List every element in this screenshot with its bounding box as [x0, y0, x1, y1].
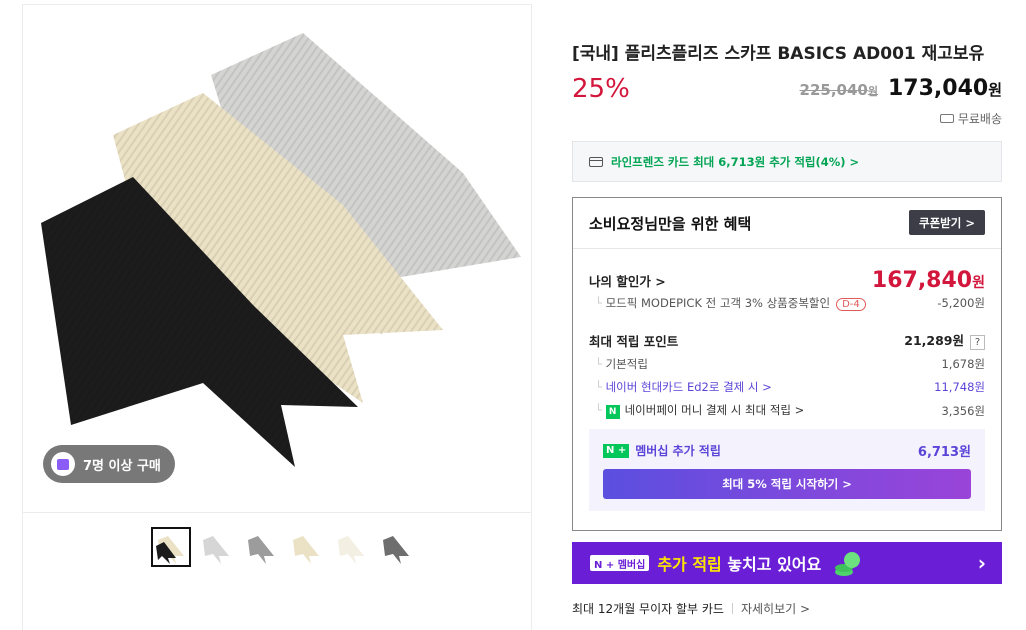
naver-plus-membership-badge: N + 멤버십 [590, 555, 650, 571]
membership-banner[interactable]: N + 멤버십 추가 적립 놓치고 있어요 › [572, 542, 1002, 584]
discount-rate: 25% [572, 74, 630, 104]
naverpay-value: 3,356원 [941, 403, 985, 418]
my-price-row: 나의 할인가 > 167,840원 [589, 268, 985, 293]
membership-value: 6,713원 [917, 445, 971, 460]
membership-box: N + 멤버십 추가 적립 6,713원 최대 5% 적립 시작하기 > [589, 429, 985, 511]
basic-points-label: 기본적립 [589, 356, 648, 372]
card-promo-text: 라인프렌즈 카드 최대 6,713원 추가 적립(4%) > [611, 154, 860, 169]
basic-points-row: 기본적립 1,678원 [589, 356, 985, 372]
naverpay-link[interactable]: N네이버페이 머니 결제 시 최대 적립 > [589, 402, 804, 419]
thumbnail-gray-scarf[interactable] [241, 527, 281, 567]
coupon-button[interactable]: 쿠폰받기 > [909, 210, 985, 235]
scarf-image [41, 33, 521, 467]
price-block: 225,040원 173,040원 [800, 76, 1002, 101]
modepick-tag: D-4 [836, 298, 866, 311]
original-price: 225,040원 [799, 81, 878, 99]
credit-card-icon [589, 156, 603, 167]
details-link[interactable]: 자세히보기 > [741, 600, 810, 617]
product-title: [국내] 플리츠플리즈 스카프 BASICS AD001 재고보유 [572, 44, 985, 64]
thumbnail-dark-gray-scarf[interactable] [376, 527, 416, 567]
naver-card-row: 네이버 현대카드 Ed2로 결제 시 > 11,748원 [589, 379, 985, 395]
shipping-label: 무료배송 [957, 112, 1002, 126]
naver-card-link[interactable]: 네이버 현대카드 Ed2로 결제 시 > [589, 379, 772, 395]
installment-row: 최대 12개월 무이자 할부 카드 자세히보기 > [572, 600, 810, 617]
banner-highlight: 추가 적립 [657, 555, 722, 574]
truck-icon [939, 114, 954, 123]
coins-icon [835, 552, 860, 576]
chevron-right-icon: › [977, 551, 986, 575]
basic-points-value: 1,678원 [941, 357, 985, 371]
thumbnail-strip [151, 527, 416, 567]
max-points: 21,289원? [904, 330, 985, 350]
installment-text: 최대 12개월 무이자 할부 카드 [572, 602, 724, 616]
buyers-badge: 7명 이상 구매 [43, 445, 175, 483]
help-icon[interactable]: ? [970, 335, 985, 350]
product-main-image[interactable]: 7명 이상 구매 [23, 5, 531, 513]
membership-row: N + 멤버십 추가 적립 6,713원 [603, 441, 971, 460]
benefit-box: 소비요정님만을 위한 혜택 쿠폰받기 > 나의 할인가 > 167,840원 모… [572, 197, 1002, 531]
thumbnail-beige-scarf[interactable] [286, 527, 326, 567]
max-points-label: 최대 적립 포인트 [589, 333, 679, 349]
membership-label: N + 멤버십 추가 적립 [603, 442, 721, 459]
sale-price: 173,040원 [887, 76, 1002, 101]
my-price-label[interactable]: 나의 할인가 > [589, 271, 666, 290]
benefit-heading: 소비요정님만을 위한 혜택 [589, 215, 752, 233]
buyers-badge-text: 7명 이상 구매 [83, 458, 161, 474]
shopping-bag-icon [51, 452, 75, 476]
thumbnail-black-beige-scarf[interactable] [151, 527, 191, 567]
modepick-value: -5,200원 [937, 296, 985, 310]
divider [573, 248, 1001, 249]
my-price: 167,840원 [871, 268, 985, 293]
modepick-row: 모드픽 MODEPICK 전 고객 3% 상품중복할인D-4 -5,200원 [589, 295, 985, 311]
naver-plus-icon: N + [603, 443, 630, 458]
max-points-row: 최대 적립 포인트 21,289원? [589, 330, 985, 350]
naverpay-row: N네이버페이 머니 결제 시 최대 적립 > 3,356원 [589, 402, 985, 419]
naver-pay-icon: N [605, 405, 620, 419]
naver-card-value: 11,748원 [934, 380, 985, 394]
modepick-label: 모드픽 MODEPICK 전 고객 3% 상품중복할인D-4 [589, 295, 866, 311]
divider [731, 603, 733, 614]
shipping-info: 무료배송 [939, 110, 1002, 127]
start-points-button[interactable]: 최대 5% 적립 시작하기 > [603, 469, 971, 499]
product-gallery: 7명 이상 구매 [22, 4, 532, 630]
thumbnail-ivory-scarf[interactable] [331, 527, 371, 567]
thumbnail-light-gray-scarf[interactable] [196, 527, 236, 567]
banner-text: 놓치고 있어요 [721, 555, 822, 574]
card-promo-bar[interactable]: 라인프렌즈 카드 최대 6,713원 추가 적립(4%) > [572, 141, 1002, 182]
